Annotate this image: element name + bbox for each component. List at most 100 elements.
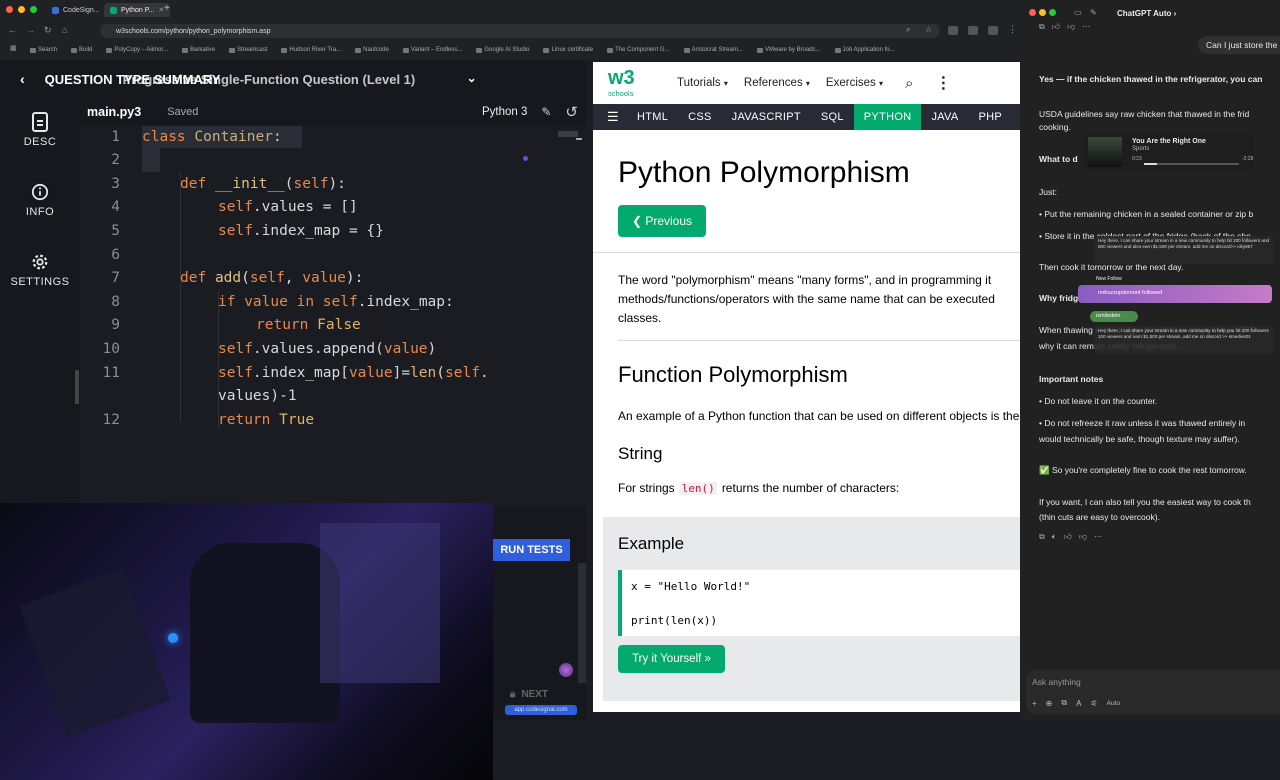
forward-icon[interactable]: → <box>26 25 35 35</box>
run-tests-button[interactable]: RUN TESTS <box>493 539 570 561</box>
minimize-window-button[interactable] <box>1039 9 1046 16</box>
thumbs-up-icon[interactable]: 👍︎ <box>1052 22 1060 32</box>
close-window-button[interactable] <box>6 6 13 13</box>
thumbs-up-icon[interactable]: 👍︎ <box>1064 532 1072 542</box>
scrollbar[interactable] <box>578 563 586 683</box>
webcam-overlay <box>0 503 493 780</box>
bookmark-item[interactable]: Linux certificate <box>543 47 593 53</box>
thumbs-down-icon[interactable]: 👎︎ <box>1079 532 1087 542</box>
intro-paragraph: The word "polymorphism" means "many form… <box>618 273 995 325</box>
more-menu-icon[interactable]: ⋮ <box>935 73 951 93</box>
home-icon[interactable]: ⌂ <box>62 25 67 35</box>
sidebar-item-desc[interactable]: DESC <box>0 112 80 148</box>
globe-icon[interactable]: ⊕ <box>1046 699 1053 708</box>
chat-input[interactable]: Ask anything <box>1032 677 1081 687</box>
bookmark-item[interactable]: Nautcode <box>355 47 389 53</box>
bookmark-item[interactable]: Streamcast <box>229 47 267 53</box>
code-line-11: self.index_map[value]=len(self. <box>218 365 489 381</box>
subnav-javascript[interactable]: JAVASCRIPT <box>722 104 811 130</box>
search-icon[interactable]: ⌕ <box>906 25 910 35</box>
copy-icon[interactable]: ⧉ <box>1039 532 1045 542</box>
language-select[interactable]: Python 3 <box>482 106 527 118</box>
bookmark-item[interactable]: Search <box>30 47 57 53</box>
new-tab-icon[interactable]: + <box>164 3 170 14</box>
sidebar-item-info[interactable]: INFO <box>0 182 80 218</box>
bookmark-item[interactable]: Variant – Endless... <box>402 47 462 53</box>
sidebar-item-settings[interactable]: SETTINGS <box>0 252 80 288</box>
folder-icon <box>355 47 362 53</box>
bookmark-item[interactable]: Aristocrat Stream... <box>683 47 743 53</box>
previous-button[interactable]: ❮ Previous <box>618 205 706 237</box>
screen-icon[interactable]: ⧉ <box>1061 698 1067 708</box>
thumbs-down-icon[interactable]: 👎︎ <box>1067 22 1075 32</box>
stream-chat-message: Hey there, I can share your stream in a … <box>1094 236 1274 264</box>
back-icon[interactable]: ← <box>8 25 17 35</box>
more-icon[interactable]: ⋯ <box>1082 22 1090 32</box>
text-icon[interactable]: A <box>1076 699 1081 708</box>
code-line-3: def __init__(self): <box>180 176 346 192</box>
bookmark-item[interactable]: Barkative <box>182 47 215 53</box>
extension-icon[interactable] <box>968 26 978 35</box>
subnav-python[interactable]: PYTHON <box>853 104 922 130</box>
maximize-window-button[interactable] <box>30 6 37 13</box>
question-title[interactable]: QUESTION TYPE SUMMARY Progressive Single… <box>45 71 477 87</box>
plus-icon[interactable]: + <box>1032 699 1037 708</box>
subnav-php[interactable]: PHP <box>969 104 1013 130</box>
minimize-window-button[interactable] <box>18 6 25 13</box>
back-chevron-icon[interactable]: ‹ <box>20 71 25 87</box>
try-it-yourself-button[interactable]: Try it Yourself » <box>618 645 725 673</box>
folder-icon <box>683 47 690 53</box>
address-bar[interactable]: w3schools.com/python/python_polymorphism… <box>100 24 940 38</box>
nav-references[interactable]: References ▾ <box>744 77 810 89</box>
new-chat-icon[interactable]: ✎ <box>1090 8 1097 17</box>
more-icon[interactable]: ⋯ <box>1094 532 1102 542</box>
question-header: ‹ QUESTION TYPE SUMMARY Progressive Sing… <box>0 60 586 98</box>
code-line-11-wrap: values)-1 <box>218 388 297 404</box>
w3schools-logo[interactable]: w3 schools <box>608 67 640 99</box>
chat-input-box[interactable]: Ask anything + ⊕ ⧉ A ⚟ Auto <box>1026 670 1280 714</box>
subnav-css[interactable]: CSS <box>678 104 722 130</box>
ai-assistant-icon[interactable] <box>559 663 573 677</box>
bookmark-item[interactable]: VMware by Broadc... <box>756 47 821 53</box>
resize-handle[interactable] <box>75 370 79 404</box>
subnav-html[interactable]: HTML <box>627 104 678 130</box>
model-selector[interactable]: ChatGPT Auto › <box>1117 9 1176 18</box>
bookmark-item[interactable]: Job Application fo... <box>834 47 895 53</box>
auto-mode-toggle[interactable]: Auto <box>1107 700 1120 707</box>
bookmark-item[interactable]: The Component G... <box>607 47 670 53</box>
history-icon[interactable]: ↺ <box>565 103 578 121</box>
apps-icon[interactable]: ▦ <box>10 44 17 52</box>
bookmark-item[interactable]: Google AI Studio <box>476 47 529 53</box>
divider <box>618 340 1020 341</box>
folder-icon <box>834 47 841 53</box>
next-button[interactable]: 🔒︎ NEXT <box>510 689 548 700</box>
reload-icon[interactable]: ↻ <box>44 25 52 36</box>
file-tab-main[interactable]: main.py3 <box>87 105 141 119</box>
code-editor[interactable]: 1 2 3 4 5 6 7 8 9 10 11 12 class Container: def __i… <box>80 126 586 506</box>
extension-icon[interactable] <box>948 26 958 35</box>
hamburger-menu-icon[interactable]: ☰ <box>607 109 619 125</box>
menu-icon[interactable]: ⋮ <box>1008 24 1017 35</box>
sidebar-toggle-icon[interactable]: ▭ <box>1074 8 1082 17</box>
extension-icon[interactable] <box>988 26 998 35</box>
section-text: An example of a Python function that can… <box>618 409 1020 423</box>
bookmark-item[interactable]: PolyCopy – Aiimor... <box>106 47 168 53</box>
nav-exercises[interactable]: Exercises ▾ <box>826 77 883 89</box>
speaker-icon[interactable]: 🔈︎ <box>1052 532 1057 542</box>
copy-icon[interactable]: ⧉ <box>1039 22 1045 32</box>
bookmark-item[interactable]: Build <box>71 47 92 53</box>
tab-w3schools[interactable]: Python P... ✕ <box>104 3 171 17</box>
string-title: String <box>618 444 663 463</box>
maximize-window-button[interactable] <box>1049 9 1056 16</box>
subnav-sql[interactable]: SQL <box>811 104 854 130</box>
subnav-java[interactable]: JAVA <box>921 104 968 130</box>
nav-tutorials[interactable]: Tutorials ▾ <box>677 77 728 89</box>
pencil-icon[interactable]: ✎ <box>541 105 551 119</box>
line-number: 10 <box>102 341 120 357</box>
bookmark-star-icon[interactable]: ☆ <box>925 25 932 34</box>
close-window-button[interactable] <box>1029 9 1036 16</box>
sliders-icon[interactable]: ⚟ <box>1090 699 1097 708</box>
led-light <box>168 633 178 643</box>
search-icon[interactable]: ⌕ <box>905 75 913 92</box>
bookmark-item[interactable]: Hudson River Tra... <box>281 47 341 53</box>
